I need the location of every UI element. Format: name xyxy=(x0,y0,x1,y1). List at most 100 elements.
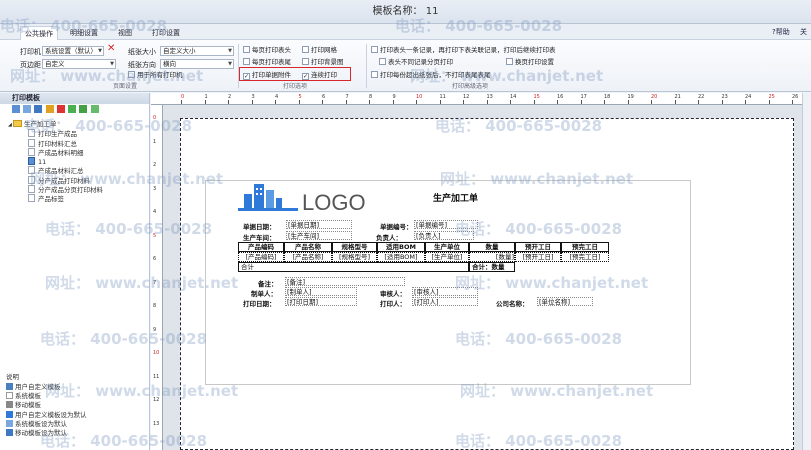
remark-label[interactable]: 备注： xyxy=(258,278,278,288)
help-item: 用户自定义模板 xyxy=(6,383,87,392)
paper-size-select[interactable]: 自定义大小 ▼ xyxy=(160,46,234,56)
page-by-header-record-checkbox[interactable]: 表头不同记录分页打印 xyxy=(379,58,453,67)
document-icon xyxy=(28,147,35,156)
total-row-label[interactable]: 合计 xyxy=(238,262,469,272)
column-header[interactable]: 产品名称 xyxy=(284,242,332,252)
ruler-tick-label: 12 xyxy=(153,397,160,403)
printer-select[interactable]: 系统设置（默认） ▼ xyxy=(42,46,104,56)
help-item: 系统模板设为默认 xyxy=(6,419,87,429)
table-cell[interactable]: [预完工日] xyxy=(561,252,609,262)
company-field[interactable]: [单位名称] xyxy=(537,297,593,306)
table-cell[interactable]: [产品编码] xyxy=(238,252,284,262)
save-template-icon[interactable] xyxy=(23,105,32,113)
ruler-tick xyxy=(533,100,535,104)
tree-root[interactable]: ◢ 生产加工单 xyxy=(8,120,103,129)
print-footer-each-page-checkbox[interactable]: 每页打印表尾 xyxy=(243,58,291,67)
mobile-default-icon xyxy=(6,428,13,436)
tree-item[interactable]: 打印生产成品 xyxy=(8,129,103,138)
table-cell[interactable]: [规格型号] xyxy=(332,252,377,262)
delete-template-icon[interactable] xyxy=(56,105,65,113)
auditor-field[interactable]: [审核人] xyxy=(412,287,478,296)
apply-all-printers-checkbox[interactable]: 用于所有打印机 xyxy=(128,71,183,80)
tree-item[interactable]: 产成品材料汇总 xyxy=(8,166,103,175)
doc-date-field[interactable]: [单据日期] xyxy=(286,220,352,229)
maker-label[interactable]: 制单人： xyxy=(251,288,277,298)
ruler-tick xyxy=(181,100,182,104)
column-header[interactable]: 适用BOM xyxy=(377,242,425,252)
window-tools: ?帮助 关 xyxy=(764,27,807,37)
ruler-tick-label: 3 xyxy=(153,185,157,192)
ruler-tick xyxy=(768,100,770,104)
template-toolbar xyxy=(0,104,149,116)
doc-no-label[interactable]: 单据编号： xyxy=(380,221,413,231)
table-cell[interactable]: [预开工日] xyxy=(515,252,561,262)
tab-detail-settings[interactable]: 明细设置 xyxy=(66,26,102,40)
tree-item-selected[interactable]: 11 xyxy=(8,157,103,166)
tab-view[interactable]: 视图 xyxy=(114,26,136,40)
table-cell[interactable]: [生产单位] xyxy=(425,252,469,262)
column-header[interactable]: 数量 xyxy=(469,242,515,252)
tree-item[interactable]: 分产成品打印材料 xyxy=(8,175,103,185)
manager-label[interactable]: 负责人： xyxy=(376,232,402,242)
group-print-label: 打印选项 xyxy=(282,83,307,90)
manager-field[interactable]: [负责人] xyxy=(414,231,474,240)
column-header[interactable]: 产品编码 xyxy=(238,242,284,252)
tree-item[interactable]: 产品标签 xyxy=(8,194,103,203)
system-default-icon xyxy=(6,419,13,427)
report-title[interactable]: 生产加工单 xyxy=(433,191,478,204)
no-footer-overflow-checkbox[interactable]: 打印每份超出纸张后，不打印表尾表尾 xyxy=(371,71,491,80)
ruler-tick xyxy=(721,100,723,104)
tree-item[interactable]: 打印材料汇总 xyxy=(8,138,103,148)
printer-label: 打印机 xyxy=(20,48,41,56)
column-header[interactable]: 预完工日 xyxy=(561,242,609,252)
close-button[interactable]: 关 xyxy=(800,28,807,36)
doc-date-label[interactable]: 单据日期： xyxy=(243,221,276,231)
ribbon: 打印机 系统设置（默认） ▼ ✕ 纸张大小 自定义大小 ▼ 页边距 自定义 ▼ 纸张方… xyxy=(0,40,811,92)
auditor-label[interactable]: 审核人： xyxy=(380,288,406,298)
printer-name-label[interactable]: 打印人： xyxy=(380,298,406,308)
print-date-label[interactable]: 打印日期： xyxy=(243,298,276,308)
mobile-template-icon xyxy=(6,401,13,409)
company-label[interactable]: 公司名称： xyxy=(496,298,529,308)
tab-common[interactable]: 公共操作 xyxy=(20,26,58,40)
export-template-icon[interactable] xyxy=(79,105,88,113)
column-header[interactable]: 规格型号 xyxy=(332,242,377,252)
total-qty[interactable]: 合计：数量 xyxy=(469,262,515,272)
orientation-select[interactable]: 横向 ▼ xyxy=(160,59,234,69)
column-header[interactable]: 预开工日 xyxy=(515,242,561,252)
tree-item[interactable]: 产成品材料明细 xyxy=(8,147,103,157)
copy-template-icon[interactable] xyxy=(34,105,43,113)
print-grid-checkbox[interactable]: 打印网格 xyxy=(302,46,337,55)
print-date-field[interactable]: [打印日期] xyxy=(285,297,357,306)
vertical-scrollbar[interactable] xyxy=(802,93,811,450)
table-cell[interactable]: [数量] xyxy=(469,252,515,262)
print-header-each-page-checkbox[interactable]: 每页打印表头 xyxy=(243,46,291,55)
new-template-icon[interactable] xyxy=(12,105,20,113)
document-icon xyxy=(28,185,35,194)
printer-name-field[interactable]: [打印人] xyxy=(412,297,478,306)
ruler-tick-label: 5 xyxy=(153,232,157,239)
column-header[interactable]: 生产单位 xyxy=(425,242,469,252)
print-header-then-detail-checkbox[interactable]: 打印表头一条记录，再打印下表关联记录，打印后继续打印表 xyxy=(371,46,556,55)
maker-field[interactable]: [制单人] xyxy=(285,287,357,296)
workshop-field[interactable]: [生产车间] xyxy=(286,231,352,240)
edit-template-icon[interactable] xyxy=(45,105,54,113)
user-template-icon xyxy=(28,157,35,166)
import-template-icon[interactable] xyxy=(68,105,77,113)
refresh-template-icon[interactable] xyxy=(90,105,99,113)
print-background-checkbox[interactable]: 打印背景图 xyxy=(302,58,344,67)
table-cell[interactable]: [产品名称] xyxy=(284,252,332,262)
margin-select[interactable]: 自定义 ▼ xyxy=(42,59,116,69)
clear-printer-icon[interactable]: ✕ xyxy=(107,43,115,54)
workshop-label[interactable]: 生产车间： xyxy=(243,232,276,242)
help-button[interactable]: ?帮助 xyxy=(772,28,790,36)
ruler-tick-label: 8 xyxy=(153,303,157,309)
remark-field[interactable]: [备注] xyxy=(285,277,405,286)
page-break-settings-checkbox[interactable]: 换页打印设置 xyxy=(506,58,554,67)
table-cell[interactable]: [适用BOM] xyxy=(377,252,425,262)
tree-item[interactable]: 分产成品分页打印材料 xyxy=(8,185,103,194)
doc-no-field[interactable]: [单据编号] xyxy=(414,220,478,229)
ruler-tick-label: 2 xyxy=(153,162,157,168)
ruler-tick-label: 0 xyxy=(153,115,157,121)
tab-print-settings[interactable]: 打印设置 xyxy=(148,26,184,40)
